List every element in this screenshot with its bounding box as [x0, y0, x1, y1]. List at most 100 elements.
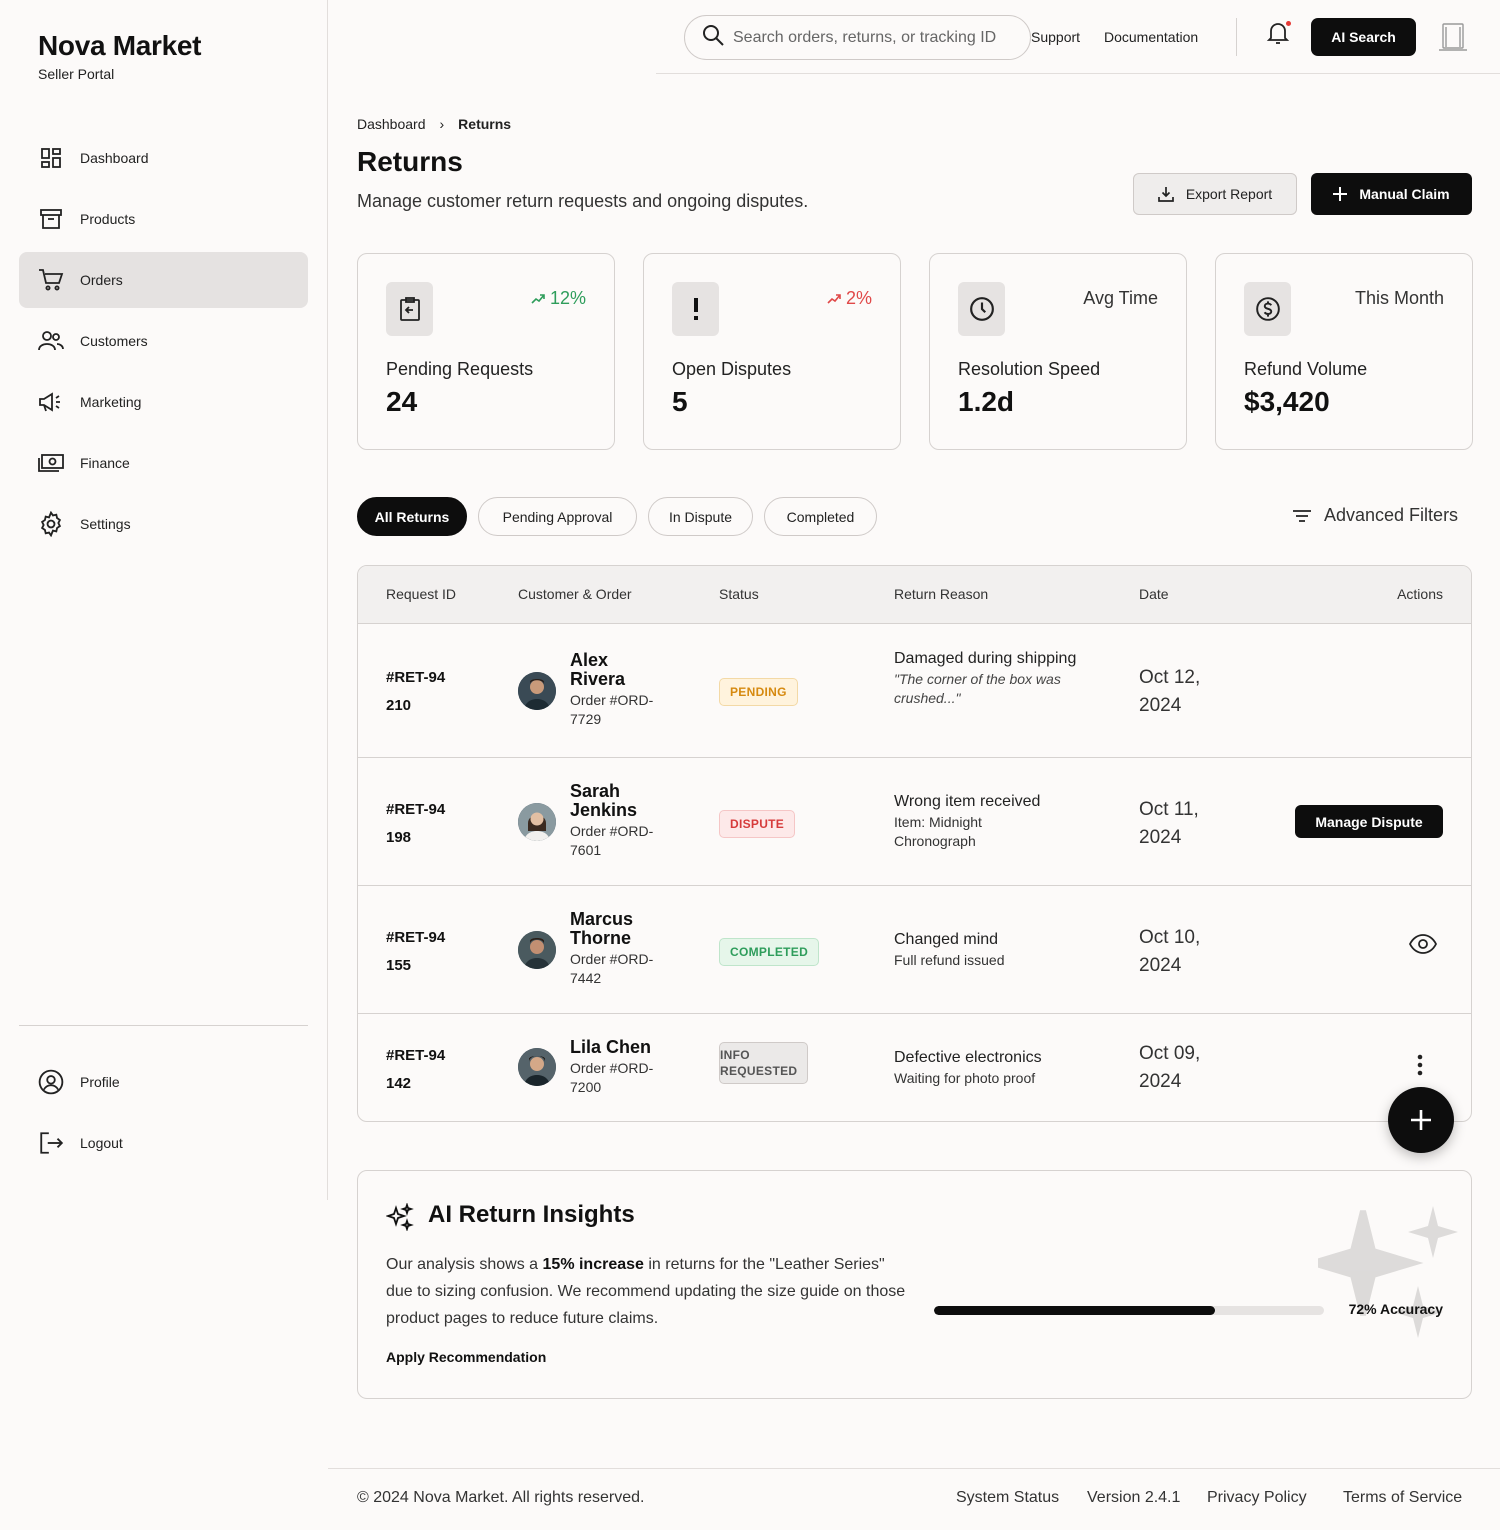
page-subtitle: Manage customer return requests and ongo… — [357, 191, 809, 211]
manual-claim-button[interactable]: Manual Claim — [1311, 173, 1472, 215]
table-row[interactable]: #RET-94155 Marcus Thorne Order #ORD-7442… — [358, 886, 1471, 1014]
accuracy-progress-bar — [934, 1306, 1324, 1315]
notification-button[interactable] — [1266, 20, 1292, 48]
search-input[interactable] — [733, 28, 1018, 47]
search-bar[interactable] — [684, 15, 1031, 60]
stat-label: Open Disputes — [672, 359, 792, 379]
profile-icon — [38, 1069, 64, 1095]
stat-card-pending: 12% Pending Requests 24 — [357, 253, 615, 450]
status-cell: COMPLETED — [719, 938, 820, 966]
cart-icon — [38, 267, 64, 293]
plus-icon — [1410, 1109, 1432, 1131]
eye-icon[interactable] — [1408, 934, 1438, 959]
customer-last-name: Rivera — [570, 669, 626, 689]
column-header-reason[interactable]: Return Reason — [894, 586, 988, 602]
trend-up-icon — [531, 293, 545, 304]
plus-icon — [1333, 187, 1348, 201]
stat-card-resolution: Avg Time Resolution Speed 1.2d — [929, 253, 1187, 450]
date-line-2: 2024 — [1139, 1071, 1182, 1092]
stat-card-disputes: 2% Open Disputes 5 — [643, 253, 901, 450]
avatar — [518, 1048, 556, 1086]
sidebar-item-marketing[interactable]: Marketing — [19, 374, 308, 430]
table-row[interactable]: #RET-94198 Sarah Jenkins Order #ORD-7601… — [358, 758, 1471, 886]
customer-first-name: Sarah — [570, 781, 621, 801]
tab-in-dispute[interactable]: In Dispute — [648, 497, 753, 536]
sidebar: Nova Market Seller Portal Dashboard Prod… — [0, 0, 328, 1200]
sidebar-item-label: Marketing — [80, 394, 142, 410]
sidebar-item-label: Settings — [80, 516, 131, 532]
customer-info: Marcus Thorne Order #ORD-7442 — [570, 910, 670, 988]
manage-dispute-button[interactable]: Manage Dispute — [1295, 805, 1443, 838]
order-number: Order #ORD-7601 — [570, 823, 654, 858]
topbar-separator — [1236, 18, 1237, 56]
insights-text-highlight: 15% increase — [542, 1256, 644, 1273]
stat-label: Resolution Speed — [958, 359, 1101, 379]
sidebar-item-logout[interactable]: Logout — [19, 1115, 308, 1171]
more-vertical-icon[interactable] — [1417, 1054, 1423, 1081]
sidebar-item-profile[interactable]: Profile — [19, 1054, 308, 1110]
customer-last-name: Thorne — [570, 928, 631, 948]
advanced-filters-button[interactable]: Advanced Filters — [1292, 505, 1458, 526]
order-number: Order #ORD-7729 — [570, 692, 654, 727]
dashboard-icon — [38, 145, 64, 171]
date-line-2: 2024 — [1139, 827, 1182, 848]
reason-title: Defective electronics — [894, 1049, 1042, 1066]
sidebar-item-label: Logout — [80, 1135, 123, 1151]
trend-indicator: 12% — [531, 288, 586, 309]
stat-label: Pending Requests — [386, 359, 534, 379]
sidebar-item-customers[interactable]: Customers — [19, 313, 308, 369]
sidebar-item-label: Profile — [80, 1074, 120, 1090]
date-line-2: 2024 — [1139, 955, 1182, 976]
support-link[interactable]: Support — [1031, 29, 1080, 45]
sidebar-item-label: Products — [80, 211, 136, 227]
documentation-link[interactable]: Documentation — [1104, 29, 1198, 45]
request-id: #RET-94198 — [386, 801, 446, 846]
sidebar-item-settings[interactable]: Settings — [19, 496, 308, 552]
apply-recommendation-link[interactable]: Apply Recommendation — [386, 1349, 546, 1365]
sidebar-item-products[interactable]: Products — [19, 191, 308, 247]
sidebar-bottom-nav: Profile Logout — [19, 1054, 308, 1176]
customer-first-name: Alex — [570, 650, 609, 670]
archive-icon — [38, 206, 64, 232]
ai-search-button[interactable]: AI Search — [1311, 18, 1416, 56]
request-id: #RET-94155 — [386, 929, 446, 974]
column-header-request-id[interactable]: Request ID — [386, 586, 456, 602]
column-header-date[interactable]: Date — [1139, 586, 1169, 602]
reason-title: Damaged during shipping — [894, 650, 1077, 667]
chevron-right-icon: › — [439, 116, 445, 132]
sidebar-item-finance[interactable]: Finance — [19, 435, 308, 491]
date-line-2: 2024 — [1139, 695, 1182, 716]
sidebar-item-orders[interactable]: Orders — [19, 252, 308, 308]
footer-link-terms[interactable]: Terms of Service — [1343, 1489, 1462, 1507]
date-line-1: Oct 11, — [1139, 799, 1199, 820]
table-row[interactable]: #RET-94142 Lila Chen Order #ORD-7200 INF… — [358, 1014, 1471, 1121]
footer-link-privacy[interactable]: Privacy Policy — [1207, 1489, 1307, 1507]
accuracy-progress-fill — [934, 1306, 1215, 1315]
sparkles-icon — [385, 1202, 414, 1236]
sidebar-item-dashboard[interactable]: Dashboard — [19, 130, 308, 186]
stat-period-label: Avg Time — [1083, 288, 1158, 308]
column-header-status[interactable]: Status — [719, 586, 759, 602]
stat-label: Refund Volume — [1244, 359, 1368, 379]
stat-value: 5 — [672, 386, 688, 417]
tab-completed[interactable]: Completed — [764, 497, 877, 536]
tab-pending-approval[interactable]: Pending Approval — [478, 497, 637, 536]
column-header-customer[interactable]: Customer & Order — [518, 586, 632, 602]
tab-all-returns[interactable]: All Returns — [357, 497, 467, 536]
customer-first-name: Lila — [570, 1037, 602, 1057]
customer-info: Lila Chen Order #ORD-7200 — [570, 1038, 670, 1097]
date-cell: Oct 09, 2024 — [1139, 1040, 1200, 1096]
request-id: #RET-94210 — [386, 669, 446, 714]
filter-icon — [1292, 508, 1312, 524]
breadcrumb-dashboard[interactable]: Dashboard — [357, 116, 426, 132]
export-report-button[interactable]: Export Report — [1133, 173, 1297, 215]
footer-version: Version 2.4.1 — [1087, 1489, 1181, 1506]
user-avatar[interactable] — [1436, 20, 1470, 54]
exclamation-icon — [672, 282, 719, 336]
sidebar-divider — [19, 1025, 308, 1026]
table-row[interactable]: #RET-94210 Alex Rivera Order #ORD-7729 P… — [358, 624, 1471, 758]
add-return-fab[interactable] — [1388, 1087, 1454, 1153]
customer-info: Sarah Jenkins Order #ORD-7601 — [570, 782, 670, 860]
footer-link-system-status[interactable]: System Status — [956, 1489, 1059, 1507]
sidebar-item-label: Orders — [80, 272, 123, 288]
